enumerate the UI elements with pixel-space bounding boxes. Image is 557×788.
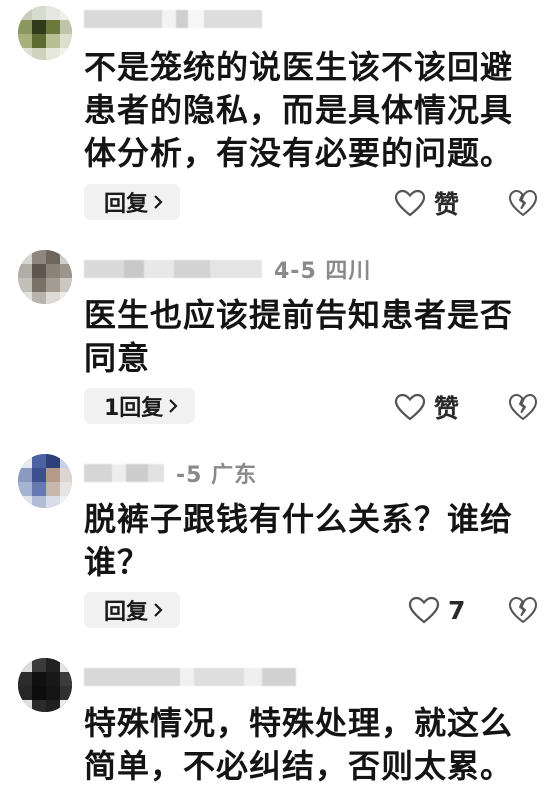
- like-button[interactable]: 赞: [394, 185, 459, 221]
- broken-heart-icon: [509, 394, 537, 420]
- comment-text: 不是笼统的说医生该不该回避 患者的隐私，而是具体情况具 体分析，有没有必要的问题…: [84, 48, 514, 172]
- username-obscured[interactable]: [84, 668, 296, 686]
- avatar[interactable]: [18, 454, 72, 508]
- comment-text: 医生也应该提前告知患者是否 同意: [84, 296, 514, 377]
- comment-meta: -5 广东: [84, 458, 257, 488]
- comment-date-location: 4-5 四川: [274, 259, 372, 284]
- reply-button[interactable]: 回复: [84, 184, 181, 220]
- username-obscured[interactable]: [84, 10, 274, 28]
- username-obscured[interactable]: [84, 260, 262, 278]
- broken-heart-icon: [509, 597, 537, 623]
- dislike-button[interactable]: [505, 592, 541, 628]
- chevron-right-icon: [169, 399, 178, 413]
- reply-button[interactable]: 1回复: [84, 388, 196, 424]
- reply-button[interactable]: 回复: [84, 592, 181, 628]
- comment-meta: [84, 662, 308, 692]
- comment-text: 脱裤子跟钱有什么关系？谁给 谁？: [84, 500, 514, 581]
- heart-outline-icon: [408, 596, 440, 624]
- like-count: 7: [448, 595, 466, 625]
- like-button[interactable]: 7: [408, 592, 465, 628]
- avatar[interactable]: [18, 6, 72, 60]
- avatar[interactable]: [18, 250, 72, 304]
- like-button[interactable]: 赞: [394, 389, 459, 425]
- comment-text: 特殊情况，特殊处理，就这么 简单，不必纠结，否则太累。: [84, 704, 514, 785]
- chevron-right-icon: [154, 603, 163, 617]
- comment-date-location: -5 广东: [176, 463, 258, 488]
- heart-outline-icon: [394, 393, 426, 421]
- comment-meta: [84, 4, 286, 34]
- chevron-right-icon: [154, 195, 163, 209]
- avatar[interactable]: [18, 658, 72, 712]
- comment-meta: 4-5 四川: [84, 254, 371, 284]
- heart-outline-icon: [394, 189, 426, 217]
- dislike-button[interactable]: [505, 185, 541, 221]
- dislike-button[interactable]: [505, 389, 541, 425]
- username-obscured[interactable]: [84, 464, 164, 482]
- broken-heart-icon: [509, 190, 537, 216]
